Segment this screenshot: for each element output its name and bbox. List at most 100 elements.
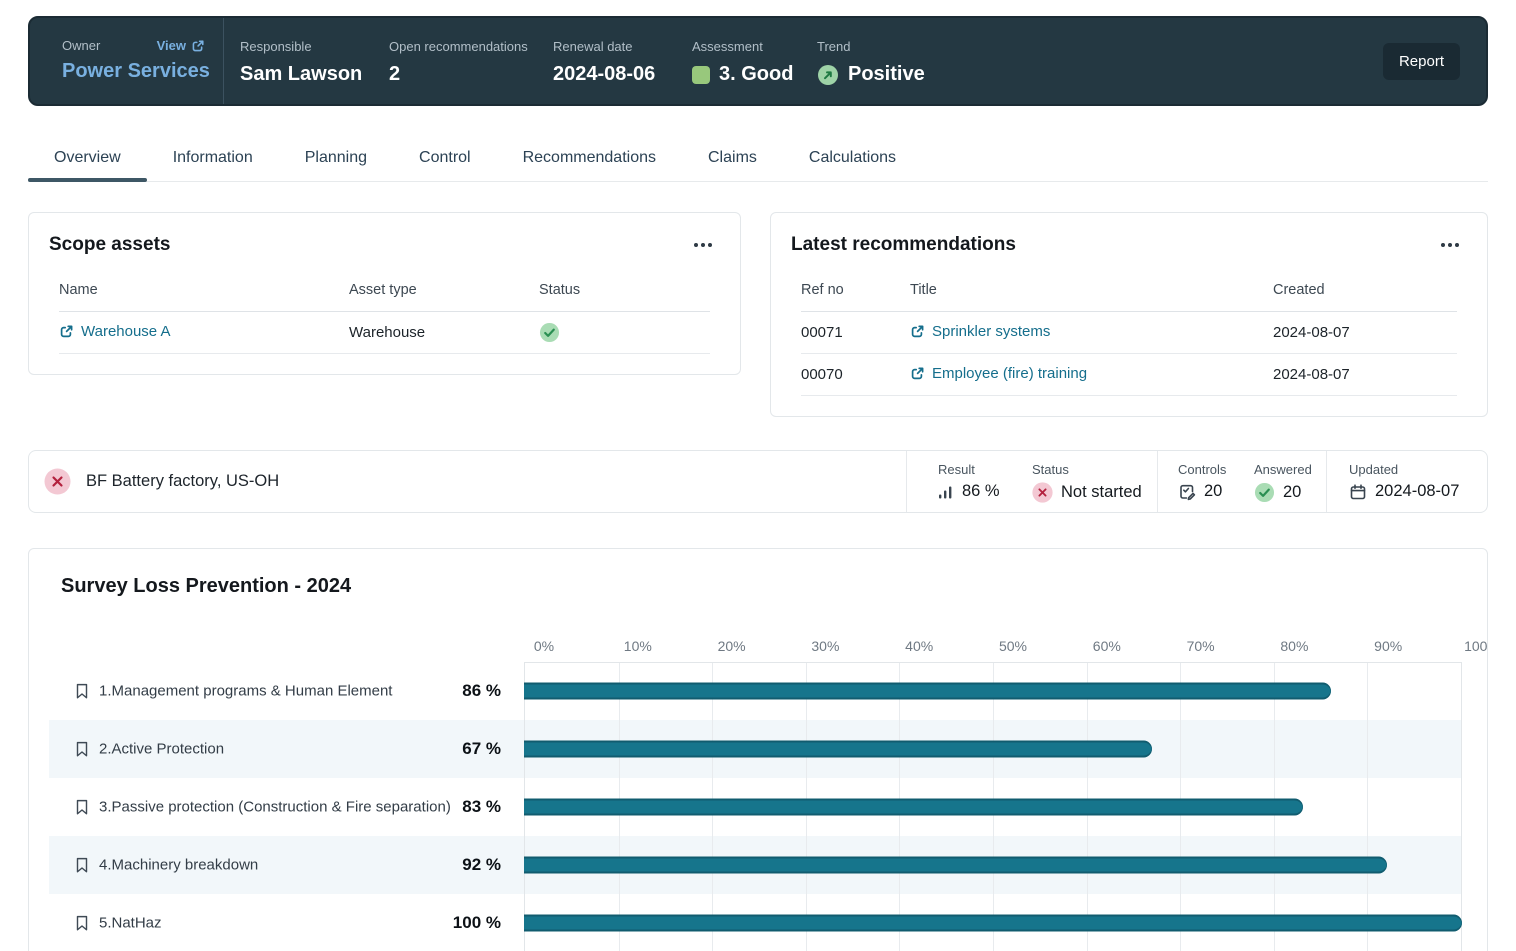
x-axis-tick: 10% xyxy=(624,638,652,654)
asset-name: BF Battery factory, US-OH xyxy=(86,472,279,491)
category-value: 92 % xyxy=(379,855,501,875)
external-link-icon xyxy=(191,39,205,53)
tab-overview[interactable]: Overview xyxy=(28,140,147,181)
x-axis-tick: 40% xyxy=(905,638,933,654)
recommendation-link[interactable]: Employee (fire) training xyxy=(910,365,1087,382)
table-row: 00071 Sprinkler systems 20 xyxy=(801,312,1457,354)
answered-value: 20 xyxy=(1283,483,1301,502)
report-button[interactable]: Report xyxy=(1383,43,1460,80)
latest-recommendations-card: Latest recommendations Ref no Title Crea… xyxy=(770,212,1488,417)
bar xyxy=(524,799,1303,816)
assessment-section: Assessment 3. Good xyxy=(676,18,801,104)
category-label: 5.NatHaz xyxy=(99,915,162,932)
x-axis-tick: 30% xyxy=(811,638,839,654)
controls-value: 20 xyxy=(1204,482,1222,501)
x-axis-tick: 0% xyxy=(534,638,554,654)
column-header-created: Created xyxy=(1273,270,1457,312)
bar xyxy=(524,915,1462,932)
x-axis-tick: 60% xyxy=(1093,638,1121,654)
chart-row: 5.NatHaz 100 % xyxy=(49,894,1462,951)
column-header-name: Name xyxy=(59,270,349,312)
bar-track xyxy=(524,915,1462,932)
asset-status-bar: BF Battery factory, US-OH Result 86 % St… xyxy=(28,450,1488,513)
bar xyxy=(524,683,1331,700)
bar-track xyxy=(524,857,1462,874)
status-label: Status xyxy=(1032,462,1157,477)
owner-section: Owner View Power Services xyxy=(30,18,224,104)
x-axis-tick: 70% xyxy=(1187,638,1215,654)
scope-assets-title: Scope assets xyxy=(49,234,170,256)
controls-label: Controls xyxy=(1178,462,1254,477)
trend-label: Trend xyxy=(817,39,850,54)
tab-bar: Overview Information Planning Control Re… xyxy=(28,140,1488,182)
bookmark-icon xyxy=(73,855,91,875)
view-link-label: View xyxy=(157,38,186,53)
tab-information[interactable]: Information xyxy=(147,140,279,181)
category-value: 67 % xyxy=(379,739,501,759)
more-options-button[interactable] xyxy=(692,237,714,253)
bar-track xyxy=(524,741,1462,758)
renewal-date-value: 2024-08-06 xyxy=(553,63,676,86)
owner-label: Owner xyxy=(62,38,100,53)
tab-control[interactable]: Control xyxy=(393,140,497,181)
asset-metrics: Result 86 % Status xyxy=(906,451,1487,512)
tab-claims[interactable]: Claims xyxy=(682,140,783,181)
column-header-status: Status xyxy=(539,270,710,312)
external-link-icon xyxy=(910,366,925,381)
chart-row: 1.Management programs & Human Element86 … xyxy=(49,662,1462,720)
chart-row: 4.Machinery breakdown92 % xyxy=(49,836,1462,894)
bar-track xyxy=(524,683,1462,700)
answered-check-icon xyxy=(1254,482,1275,503)
result-bars-icon xyxy=(938,484,954,500)
x-axis-tick: 90% xyxy=(1374,638,1402,654)
assessment-good-icon xyxy=(692,66,710,84)
trend-up-icon xyxy=(817,64,839,86)
x-axis: 0%10%20%30%40%50%60%70%80%90%100% xyxy=(544,638,1482,660)
status-check-icon xyxy=(539,322,710,343)
status-metric: Status Not started xyxy=(1032,451,1157,512)
updated-value: 2024-08-07 xyxy=(1375,482,1459,501)
cards-row: Scope assets Name Asset type Status xyxy=(28,212,1488,417)
category-label: 1.Management programs & Human Element xyxy=(99,683,392,700)
view-link[interactable]: View xyxy=(157,38,205,53)
column-header-title: Title xyxy=(910,270,1273,312)
category-value: 100 % xyxy=(379,913,501,933)
category-label: 2.Active Protection xyxy=(99,741,224,758)
answered-metric: Answered 20 xyxy=(1254,451,1326,512)
owner-value-link[interactable]: Power Services xyxy=(62,60,205,83)
chart-row: 2.Active Protection 67 % xyxy=(49,720,1462,778)
more-options-button[interactable] xyxy=(1439,237,1461,253)
controls-metric: Controls 20 xyxy=(1158,451,1254,512)
x-axis-tick: 50% xyxy=(999,638,1027,654)
column-header-asset-type: Asset type xyxy=(349,270,539,312)
result-value: 86 % xyxy=(962,482,1000,501)
tab-recommendations[interactable]: Recommendations xyxy=(497,140,682,181)
controls-form-icon xyxy=(1178,483,1196,501)
external-link-icon xyxy=(59,324,74,339)
asset-type-cell: Warehouse xyxy=(349,312,539,354)
renewal-date-section: Renewal date 2024-08-06 xyxy=(537,18,676,104)
tab-calculations[interactable]: Calculations xyxy=(783,140,922,181)
recommendation-link[interactable]: Sprinkler systems xyxy=(910,323,1050,340)
assessment-label: Assessment xyxy=(692,39,763,54)
tab-planning[interactable]: Planning xyxy=(279,140,393,181)
asset-link[interactable]: Warehouse A xyxy=(59,323,171,340)
table-row: Warehouse A Warehouse xyxy=(59,312,710,354)
created-cell: 2024-08-07 xyxy=(1273,354,1457,396)
assessment-value: 3. Good xyxy=(719,63,793,86)
ref-no-cell: 00070 xyxy=(801,354,910,396)
status-x-icon xyxy=(44,468,71,495)
latest-recommendations-table: Ref no Title Created 00071 xyxy=(801,270,1457,396)
external-link-icon xyxy=(910,324,925,339)
survey-card: Survey Loss Prevention - 2024 0%10%20%30… xyxy=(28,548,1488,951)
x-axis-tick: 80% xyxy=(1280,638,1308,654)
created-cell: 2024-08-07 xyxy=(1273,312,1457,354)
answered-label: Answered xyxy=(1254,462,1326,477)
x-axis-tick: 100% xyxy=(1464,638,1488,654)
status-x-icon xyxy=(1032,482,1053,503)
survey-bar-chart: 0%10%20%30%40%50%60%70%80%90%100% 1.Mana… xyxy=(29,638,1487,951)
bookmark-icon xyxy=(73,797,91,817)
renewal-date-label: Renewal date xyxy=(553,39,633,54)
summary-header: Owner View Power Services Responsible Sa… xyxy=(28,16,1488,106)
responsible-section: Responsible Sam Lawson xyxy=(224,18,373,104)
